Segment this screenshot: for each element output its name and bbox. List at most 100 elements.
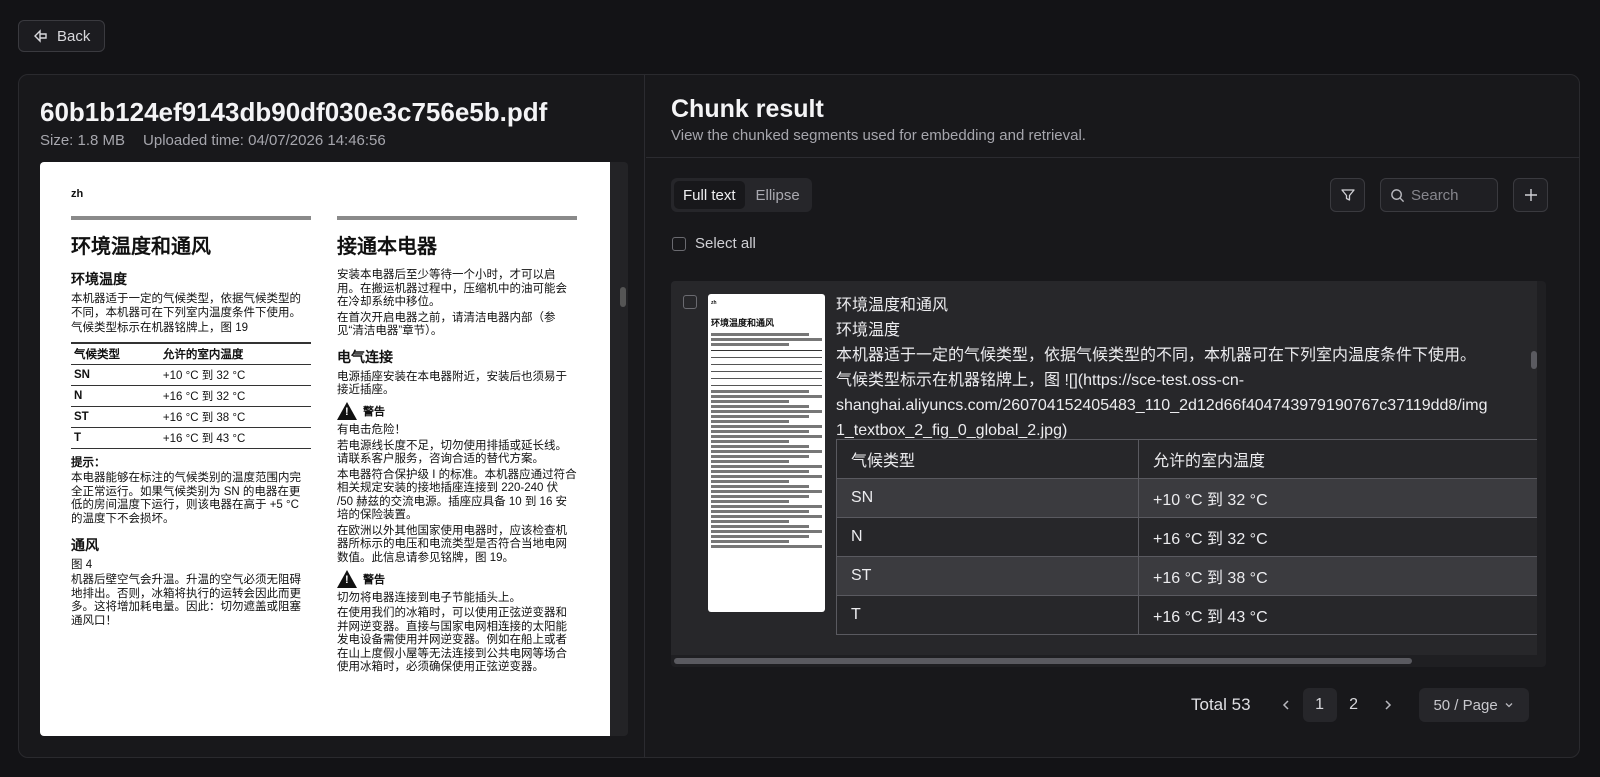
pdf-page: zh 环境温度和通风 环境温度 本机器适于一定的气候类型，依据气候类型的不同，本…: [40, 162, 610, 736]
select-all[interactable]: Select all: [672, 235, 756, 252]
chunk-line: 气候类型标示在机器铭牌上，图 ![](https://sce-test.oss-…: [836, 372, 1245, 389]
chevron-left-icon: [1282, 700, 1289, 710]
pdf-rule: [337, 216, 577, 220]
pdf-heading-left: 环境温度和通风: [71, 236, 211, 258]
thumb-text-line: [711, 450, 822, 453]
file-preview-panel: 60b1b124ef9143db90df030e3c756e5b.pdf Siz…: [19, 75, 645, 757]
back-label: Back: [57, 27, 91, 45]
pagination: Total 53 1 2 50 / Page: [1191, 688, 1529, 722]
select-all-label: Select all: [695, 235, 756, 252]
pdf-table-cell: ST: [71, 406, 160, 428]
chunk-table-cell: +10 °C 到 32 °C: [1138, 478, 1537, 518]
chunk-table-cell: +16 °C 到 32 °C: [1138, 517, 1537, 557]
file-size: Size: 1.8 MB: [40, 132, 126, 149]
pdf-paragraph: 本电器能够在标注的气候类别的温度范围内完全正常运行。如果气候类别为 SN 的电器…: [71, 472, 301, 525]
pdf-subheading: 通风: [71, 536, 99, 553]
thumb-text-line: [711, 500, 789, 503]
thumb-text-line: [711, 343, 789, 346]
chunk-line: 本机器适于一定的气候类型，依据气候类型的不同，本机器可在下列室内温度条件下使用。: [836, 347, 1477, 364]
pdf-paragraph: 机器后壁空气会升温。升温的空气必须无阻碍地排出。否则，冰箱将执行的运转会因此而更…: [71, 574, 301, 627]
pdf-paragraph: 电源插座安装在本电器附近，安装后也须易于接近插座。: [337, 370, 567, 397]
chunk-line: 环境温度和通风: [836, 297, 949, 314]
warning-icon: [337, 569, 357, 588]
thumb-text-line: [711, 338, 822, 341]
pdf-table-cell: +16 °C 到 38 °C: [159, 406, 311, 428]
pdf-paragraph: 气候类型标示在机器铭牌上，图 19: [71, 322, 248, 335]
thumb-text-line: [711, 530, 822, 533]
filter-icon: [1340, 189, 1355, 201]
thumb-text-line: [711, 510, 809, 513]
chunk-thumbnail[interactable]: zh 环境温度和通风: [708, 294, 825, 612]
page-1-button[interactable]: 1: [1302, 688, 1337, 722]
thumb-text-line: [711, 333, 809, 336]
main-frame: 60b1b124ef9143db90df030e3c756e5b.pdf Siz…: [18, 74, 1580, 758]
select-all-checkbox[interactable]: [672, 236, 686, 251]
back-button[interactable]: Back: [18, 20, 105, 52]
chunk-line: shanghai.aliyuncs.com/260704152405483_11…: [836, 397, 1488, 414]
thumb-table: [711, 350, 822, 386]
chunk-item[interactable]: zh 环境温度和通风 环境温度和通风 环境温度 本机器适于一定的气候类型，依据气…: [671, 281, 1537, 655]
chunk-table-cell: SN: [836, 478, 1139, 518]
pdf-scrollbar[interactable]: [620, 287, 626, 307]
thumb-text-line: [711, 435, 822, 438]
chunk-horizontal-scrollbar[interactable]: [674, 658, 1412, 664]
file-name: 60b1b124ef9143db90df030e3c756e5b.pdf: [40, 97, 548, 127]
thumb-text-line: [711, 485, 809, 488]
chunk-result-panel: Chunk result View the chunked segments u…: [646, 75, 1579, 757]
pdf-warning: 警告: [337, 569, 577, 588]
pdf-column-right: 接通本电器 安装本电器后至少等待一个小时，才可以启用。在搬运机器过程中，压缩机中…: [337, 216, 577, 677]
thumb-heading: 环境温度和通风: [711, 318, 775, 328]
pdf-paragraph: 本机器适于一定的气候类型，依据气候类型的不同，本机器可在下列室内温度条件下使用。: [71, 293, 301, 319]
pdf-table-cell: +10 °C 到 32 °C: [159, 364, 311, 386]
chunk-table: 气候类型 允许的室内温度 SN +10 °C 到 32 °C N +16 °C 到 3…: [836, 439, 1537, 635]
chevron-right-icon: [1385, 700, 1391, 710]
filter-button[interactable]: [1330, 178, 1365, 212]
pdf-paragraph: 安装本电器后至少等待一个小时，才可以启用。在搬运机器过程中，压缩机中的油可能会在…: [337, 269, 567, 309]
chunk-list: zh 环境温度和通风 环境温度和通风 环境温度 本机器适于一定的气候类型，依据气…: [671, 281, 1546, 667]
pdf-paragraph: 在使用我们的冰箱时，可以使用正弦逆变器和并网逆变器。直接与国家电网相连接的太阳能…: [337, 607, 567, 674]
pdf-table-cell: N: [71, 385, 160, 407]
total-count: Total 53: [1191, 695, 1251, 714]
thumb-text-line: [711, 465, 822, 468]
thumb-text-line: [711, 495, 809, 498]
search-box: [1380, 178, 1498, 212]
chunk-checkbox[interactable]: [683, 295, 697, 309]
thumb-text-line: [711, 440, 789, 443]
pdf-viewer[interactable]: zh 环境温度和通风 环境温度 本机器适于一定的气候类型，依据气候类型的不同，本…: [40, 162, 628, 736]
pdf-paragraph: 若电源线长度不足，切勿使用排插或延长线。请联系客户服务，咨询合适的替代方案。: [337, 439, 567, 466]
pdf-table-cell: SN: [71, 364, 160, 386]
thumb-text-line: [711, 430, 809, 433]
thumb-text-line: [711, 445, 809, 448]
chunk-table-header: 气候类型: [836, 439, 1139, 479]
chunk-table-cell: N: [836, 517, 1139, 557]
file-meta: Size: 1.8 MB Uploaded time: 04/07/2026 14…: [40, 132, 386, 149]
pdf-subheading: 电气连接: [337, 348, 393, 365]
tab-full-text[interactable]: Full text: [674, 181, 745, 209]
thumb-text-line: [711, 520, 789, 523]
back-arrow-icon: [34, 29, 47, 43]
chunk-table-cell: T: [836, 595, 1139, 635]
next-page-button[interactable]: [1371, 688, 1405, 722]
chunk-table-cell: +16 °C 到 43 °C: [1138, 595, 1537, 635]
chunk-table-cell: ST: [836, 556, 1139, 596]
pdf-paragraph: 有电击危险！: [337, 423, 406, 436]
pdf-table-header: 气候类型: [71, 341, 160, 365]
thumb-text-line: [711, 490, 822, 493]
add-chunk-button[interactable]: [1513, 178, 1548, 212]
plus-icon: [1524, 189, 1537, 201]
page-2-button[interactable]: 2: [1337, 688, 1371, 722]
prev-page-button[interactable]: [1269, 688, 1303, 722]
search-input[interactable]: [1411, 186, 1489, 204]
pdf-table-cell: T: [71, 427, 160, 449]
thumb-text-line: [711, 505, 822, 508]
pdf-climate-table: 气候类型 允许的室内温度 SN +10 °C 到 32 °C N +16 °C 到 3…: [71, 341, 311, 449]
pdf-rule: [71, 216, 311, 220]
chunk-text: 环境温度和通风 环境温度 本机器适于一定的气候类型，依据气候类型的不同，本机器可…: [836, 293, 1537, 443]
chunk-title: Chunk result: [671, 95, 824, 123]
pdf-paragraph: 在欧洲以外其他国家使用电器时，应该检查机器所标示的电压和电流类型是否符合当地电网…: [337, 524, 567, 564]
tab-ellipse[interactable]: Ellipse: [747, 181, 809, 209]
chunk-vertical-scrollbar[interactable]: [1531, 351, 1537, 369]
page-size-select[interactable]: 50 / Page: [1418, 688, 1529, 722]
chevron-down-icon: [1505, 703, 1513, 708]
pdf-paragraph: 本电器符合保护级 I 的标准。本机器应通过符合相关规定安装的接地插座连接到 22…: [337, 468, 577, 522]
